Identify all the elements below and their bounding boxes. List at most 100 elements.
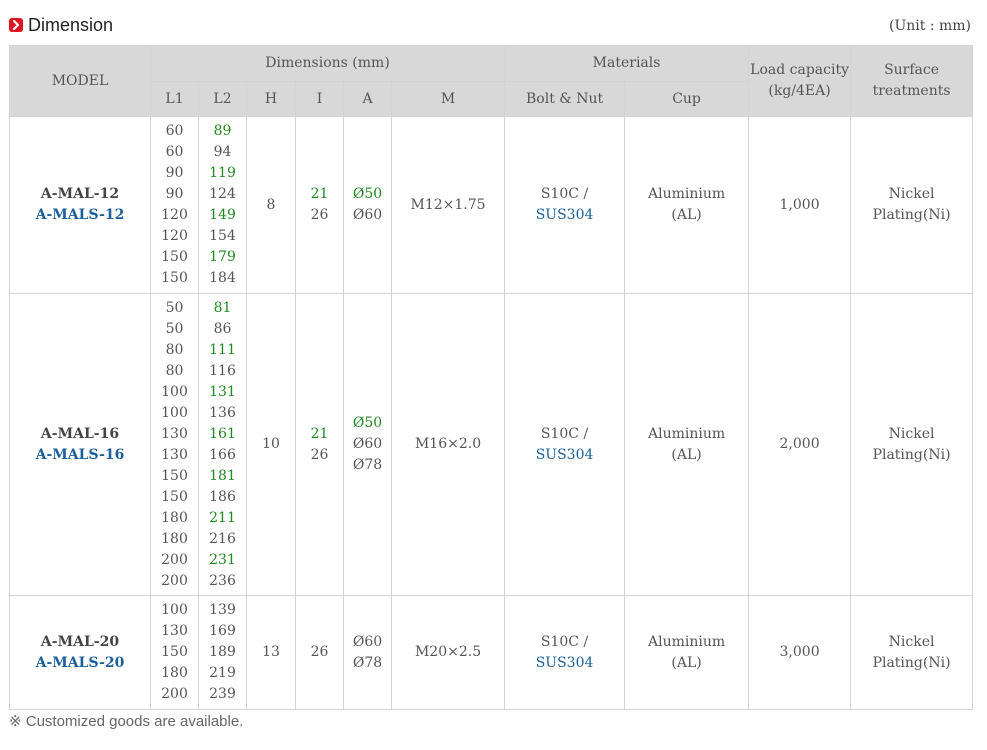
model-name: A-MAL-20 [40,633,120,650]
surface-treatment: Nickel [888,186,935,202]
cup-material-code: (AL) [671,446,702,463]
load-capacity-value: 3,000 [779,644,820,660]
l2-value: 131 [209,383,236,400]
l2-value: 86 [213,320,232,337]
i-value: 26 [310,207,329,223]
header-surface-treatments: Surface treatments [850,45,974,117]
l2-value: 81 [213,299,232,316]
m-cell: M12×1.75 [390,116,506,294]
l2-value: 116 [209,362,236,379]
l1-value: 150 [161,467,188,484]
header-model: MODEL [9,45,151,117]
unit-note: (Unit : mm) [888,18,971,34]
thread-size: M12×1.75 [410,196,486,213]
a-value: Ø50 [352,415,383,431]
l2-cell: 81 86 111 116 131 136 161 166 181 186 211 216 231 236 [198,293,247,596]
l2-value: 239 [209,686,236,702]
a-value: Ø78 [352,457,383,473]
i-value: 21 [310,186,329,202]
h-cell: 8 [246,116,296,294]
l2-value: 219 [209,665,236,681]
l2-cell: 139 169 189 219 239 [198,595,247,710]
l2-value: 181 [209,467,236,484]
l1-value: 100 [161,383,188,400]
cup-cell: Aluminium (AL) [624,293,750,596]
section-title: Dimension [28,15,114,35]
model-name-stainless: A-MALS-12 [35,207,125,223]
l1-value: 100 [161,404,188,421]
i-value: 21 [310,425,329,442]
header-m: M [390,81,506,117]
l2-value: 169 [209,623,236,639]
bolt-material: S10C / [540,633,589,650]
l1-value: 200 [161,572,188,589]
a-value: Ø60 [352,436,383,452]
l1-value: 50 [165,299,184,316]
thread-size: M16×2.0 [414,436,482,452]
surface-treatment-code: Plating(Ni) [872,446,951,463]
i-value: 26 [310,644,329,660]
l2-value: 154 [209,228,236,244]
model-name-stainless: A-MALS-20 [35,654,125,671]
surface-cell: Nickel Plating(Ni) [850,293,974,596]
surface-cell: Nickel Plating(Ni) [850,595,974,710]
l2-value: 149 [209,207,236,223]
l1-value: 180 [161,509,188,526]
bolt-nut-cell: S10C / SUS304 [504,293,626,596]
table-row: A-MAL-16 A-MALS-16 50 50 80 80 100 100 130 130 150… [9,293,974,596]
surface-treatment-code: Plating(Ni) [872,654,951,671]
l1-value: 200 [161,551,188,568]
bolt-material: S10C / [540,186,589,202]
cup-material: Aluminium [647,186,726,202]
l2-value: 186 [209,488,236,505]
h-cell: 10 [246,293,296,596]
l1-value: 120 [161,207,188,223]
header-a: A [343,81,392,117]
bolt-material-stainless: SUS304 [535,446,594,463]
surface-treatment: Nickel [888,425,935,442]
model-cell: A-MAL-20 A-MALS-20 [9,595,151,710]
i-cell: 21 26 [295,116,344,294]
h-value: 13 [262,644,280,660]
header-h: H [246,81,296,117]
l2-value: 119 [209,165,236,181]
cup-material: Aluminium [647,633,726,650]
cup-cell: Aluminium (AL) [624,595,750,710]
h-cell: 13 [246,595,296,710]
l1-cell: 50 50 80 80 100 100 130 130 150 150 180 180 200 200 [150,293,199,596]
l2-value: 94 [213,144,232,160]
header-cup: Cup [624,81,750,117]
header-l1: L1 [150,81,199,117]
l1-value: 60 [165,123,184,139]
surface-treatment: Nickel [888,633,935,650]
l1-value: 60 [165,144,184,160]
cup-material-code: (AL) [671,207,702,223]
l1-value: 90 [165,165,184,181]
a-value: Ø78 [352,654,383,671]
m-cell: M16×2.0 [390,293,506,596]
a-value: Ø60 [352,633,383,650]
dimension-table: MODEL Dimensions (mm) Materials Load cap… [9,45,974,710]
chevron-right-icon [9,18,23,32]
l1-value: 130 [161,425,188,442]
l1-value: 200 [161,686,188,702]
header-bolt-nut: Bolt & Nut [504,81,626,117]
l1-value: 100 [161,602,188,618]
a-cell: Ø60 Ø78 [343,595,392,710]
l1-value: 180 [161,530,188,547]
l2-cell: 89 94 119 124 149 154 179 184 [198,116,247,294]
bolt-nut-cell: S10C / SUS304 [504,595,626,710]
l1-value: 150 [161,644,188,660]
cup-material-code: (AL) [671,654,702,671]
l2-value: 136 [209,404,236,421]
load-capacity-value: 2,000 [779,436,820,452]
l1-value: 50 [165,320,184,337]
m-cell: M20×2.5 [390,595,506,710]
a-value: Ø60 [352,207,383,223]
l1-value: 90 [165,186,184,202]
model-name: A-MAL-16 [40,425,120,442]
l2-value: 231 [209,551,236,568]
cup-cell: Aluminium (AL) [624,116,750,294]
footnote: ※ Customized goods are available. [9,713,244,730]
l2-value: 236 [209,572,236,589]
